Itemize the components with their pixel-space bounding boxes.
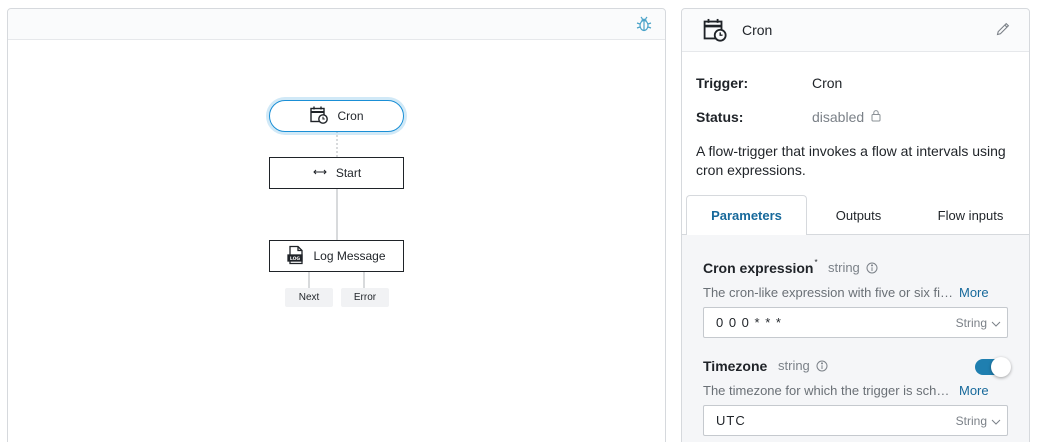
toggle-knob — [991, 357, 1011, 377]
tab-flow-inputs[interactable]: Flow inputs — [910, 195, 1031, 235]
param-cron-type: string — [828, 260, 860, 275]
panel-tabs: Parameters Outputs Flow inputs — [682, 195, 1029, 235]
param-cron-more-link[interactable]: More — [959, 285, 989, 300]
status-value-wrap: disabled — [812, 109, 882, 125]
node-cron-label: Cron — [337, 109, 364, 123]
param-timezone-description: The timezone for which the trigger is sc… — [703, 383, 953, 398]
double-arrow-icon — [312, 166, 328, 180]
calendar-clock-icon — [309, 105, 329, 128]
tab-outputs[interactable]: Outputs — [807, 195, 910, 235]
param-cron-name-text: Cron expression — [703, 260, 814, 276]
log-file-icon: LOG — [287, 245, 305, 268]
parameters-section: Cron expression* string The cron-like ex… — [682, 235, 1029, 442]
lock-icon — [870, 109, 882, 125]
trigger-description: A flow-trigger that invokes a flow at in… — [696, 143, 1006, 178]
flow-edges — [308, 131, 365, 288]
param-cron-description: The cron-like expression with five or si… — [703, 285, 953, 300]
chevron-down-icon[interactable] — [991, 412, 1001, 430]
cron-expression-value: 0 0 0 * * * — [716, 315, 782, 330]
calendar-clock-icon — [702, 17, 728, 48]
node-cron[interactable]: Cron — [269, 100, 404, 132]
chevron-down-icon[interactable] — [991, 314, 1001, 332]
flow-canvas[interactable]: Cron Start LOG Log Message Next Error — [7, 8, 666, 442]
node-start[interactable]: Start — [269, 157, 404, 189]
timezone-value: UTC — [716, 413, 746, 428]
timezone-input[interactable]: UTC String — [703, 405, 1008, 436]
tab-parameters[interactable]: Parameters — [686, 195, 807, 235]
timezone-toggle[interactable] — [975, 357, 1011, 377]
status-value: disabled — [812, 109, 865, 125]
node-log-label: Log Message — [313, 249, 386, 263]
timezone-type-select[interactable]: String — [956, 414, 987, 428]
node-details-panel: Cron Trigger: Cron Status: disabled A fl… — [681, 8, 1030, 442]
info-icon[interactable] — [816, 359, 828, 377]
param-cron-name: Cron expression* — [703, 258, 818, 276]
pencil-icon[interactable] — [995, 21, 1011, 42]
svg-text:LOG: LOG — [290, 255, 301, 261]
panel-title: Cron — [742, 22, 773, 38]
param-timezone-more-link[interactable]: More — [959, 383, 989, 398]
trigger-label: Trigger: — [696, 75, 749, 91]
param-timezone-type: string — [778, 358, 810, 373]
info-icon[interactable] — [866, 261, 878, 279]
cron-expression-input[interactable]: 0 0 0 * * * String — [703, 307, 1008, 338]
status-label: Status: — [696, 109, 744, 125]
node-log-message[interactable]: LOG Log Message — [269, 240, 404, 272]
cron-type-select[interactable]: String — [956, 316, 987, 330]
required-marker: * — [814, 258, 818, 267]
node-start-label: Start — [335, 166, 362, 180]
handle-next[interactable]: Next — [285, 288, 333, 307]
handle-error[interactable]: Error — [341, 288, 389, 307]
trigger-value: Cron — [812, 75, 843, 91]
panel-header: Cron — [682, 9, 1029, 52]
param-timezone-name: Timezone — [703, 358, 768, 374]
